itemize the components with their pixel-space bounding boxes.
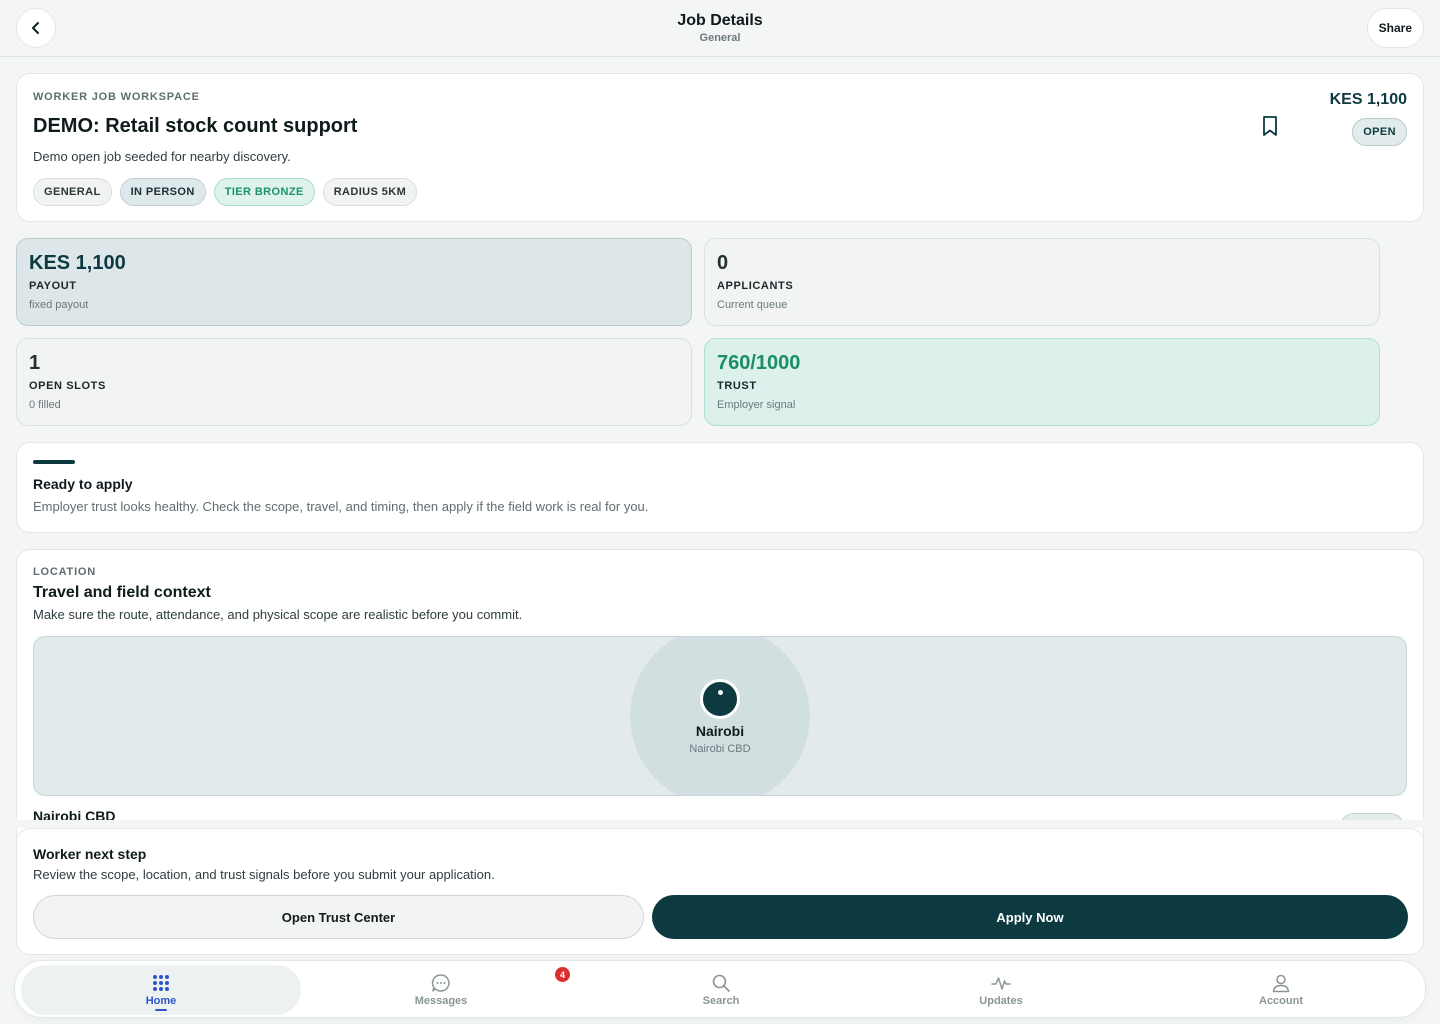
location-description: Make sure the route, attendance, and phy… xyxy=(33,607,523,622)
page-subtitle: General xyxy=(699,32,741,44)
nav-item-updates[interactable]: Updates xyxy=(861,961,1141,1017)
applicants-value: 0 xyxy=(717,252,729,274)
applicants-tile: 0 APPLICANTS Current queue xyxy=(704,238,1380,326)
trust-label: TRUST xyxy=(717,380,757,392)
slots-label: OPEN SLOTS xyxy=(29,380,106,392)
payout-sub: fixed payout xyxy=(29,299,89,311)
tag-radius: RADIUS 5KM xyxy=(322,178,418,206)
slots-value: 1 xyxy=(29,352,41,374)
slots-sub: 0 filled xyxy=(29,399,61,411)
tag-category: GENERAL xyxy=(33,178,112,206)
bottom-nav: Home Messages 4 Search Updates Account xyxy=(14,960,1426,1018)
trust-tile: 760/1000 TRUST Employer signal xyxy=(704,338,1380,426)
page-title: Job Details xyxy=(677,12,763,29)
job-summary-card: WORKER JOB WORKSPACE DEMO: Retail stock … xyxy=(16,73,1424,222)
search-icon xyxy=(712,974,730,992)
nav-item-account[interactable]: Account xyxy=(1141,961,1421,1017)
grid-icon xyxy=(153,975,169,991)
map-pin-icon xyxy=(700,679,740,719)
location-eyebrow: LOCATION xyxy=(33,566,97,578)
ready-description: Employer trust looks healthy. Check the … xyxy=(33,499,649,514)
pulse-icon xyxy=(991,977,1011,990)
ready-indicator-bar xyxy=(33,460,75,464)
chat-icon xyxy=(431,974,450,992)
share-button[interactable]: Share xyxy=(1366,8,1424,48)
messages-count-badge: 4 xyxy=(555,967,570,982)
nav-item-search[interactable]: Search xyxy=(581,961,861,1017)
open-trust-center-button[interactable]: Open Trust Center xyxy=(33,895,644,939)
payout-tile: KES 1,100 PAYOUT fixed payout xyxy=(16,238,692,326)
payout-value: KES 1,100 xyxy=(29,252,126,274)
location-map[interactable]: Nairobi Nairobi CBD xyxy=(33,636,1407,796)
open-slots-tile: 1 OPEN SLOTS 0 filled xyxy=(16,338,692,426)
job-price: KES 1,100 xyxy=(1329,91,1407,108)
apply-now-button[interactable]: Apply Now xyxy=(652,895,1408,939)
payout-label: PAYOUT xyxy=(29,280,77,292)
next-step-title: Worker next step xyxy=(33,846,147,862)
nav-label-search: Search xyxy=(702,995,740,1007)
location-title: Travel and field context xyxy=(33,584,211,601)
status-badge: OPEN xyxy=(1352,118,1407,146)
trust-value: 760/1000 xyxy=(717,352,801,374)
nav-label-home: Home xyxy=(145,995,177,1007)
applicants-label: APPLICANTS xyxy=(717,280,794,292)
tag-tier: TIER BRONZE xyxy=(213,178,315,206)
ready-title: Ready to apply xyxy=(33,476,133,492)
user-icon xyxy=(1272,974,1290,993)
bookmark-icon[interactable] xyxy=(1259,114,1281,138)
applicants-sub: Current queue xyxy=(717,299,788,311)
nav-label-updates: Updates xyxy=(979,995,1023,1007)
next-step-card: Worker next step Review the scope, locat… xyxy=(16,828,1424,955)
top-bar: Job Details General Share xyxy=(0,0,1440,57)
nav-item-messages[interactable]: Messages xyxy=(301,961,581,1017)
scroll-gap xyxy=(0,820,1440,828)
nav-label-account: Account xyxy=(1259,995,1303,1007)
next-step-description: Review the scope, location, and trust si… xyxy=(33,867,495,882)
job-eyebrow: WORKER JOB WORKSPACE xyxy=(33,91,200,103)
tag-mode: IN PERSON xyxy=(119,178,206,206)
nav-item-home[interactable]: Home xyxy=(21,965,301,1015)
map-city-label: Nairobi xyxy=(695,723,745,739)
nav-label-messages: Messages xyxy=(414,995,468,1007)
job-tags: GENERAL IN PERSON TIER BRONZE RADIUS 5KM xyxy=(33,178,418,206)
ready-to-apply-card: Ready to apply Employer trust looks heal… xyxy=(16,442,1424,533)
trust-sub: Employer signal xyxy=(717,399,796,411)
job-title: DEMO: Retail stock count support xyxy=(33,115,358,137)
job-description: Demo open job seeded for nearby discover… xyxy=(33,149,291,164)
nav-active-indicator xyxy=(155,1009,167,1011)
map-area-label: Nairobi CBD xyxy=(689,743,751,755)
